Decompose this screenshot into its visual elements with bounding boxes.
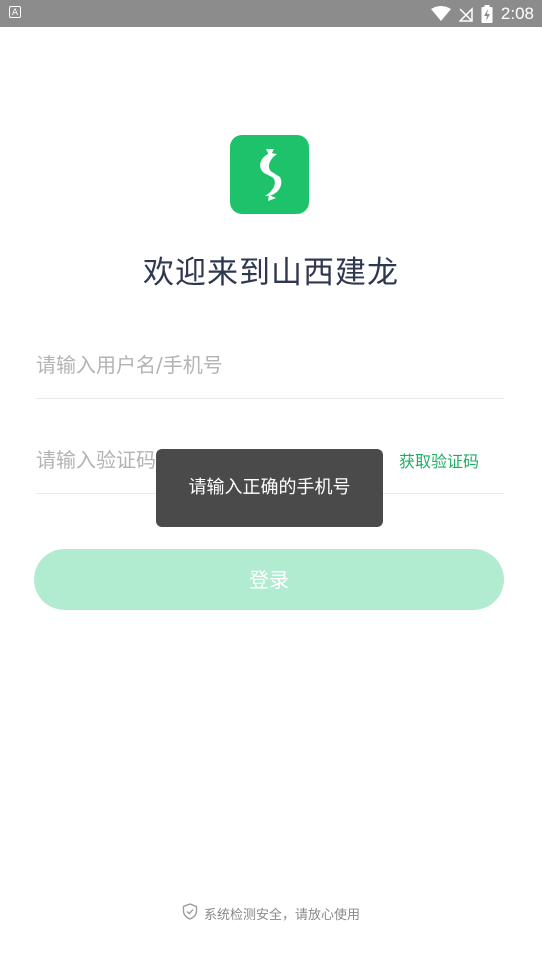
app-notification-icon: A	[9, 6, 21, 18]
get-code-button[interactable]: 获取验证码	[399, 448, 479, 472]
status-indicators: 2:08	[430, 0, 534, 27]
toast-message: 请输入正确的手机号	[156, 449, 383, 527]
login-button[interactable]: 登录	[34, 549, 504, 610]
battery-charging-icon	[481, 4, 493, 23]
wifi-icon	[430, 5, 451, 22]
shield-check-icon	[182, 903, 198, 924]
app-logo-icon	[230, 135, 309, 214]
username-field-container	[36, 345, 504, 399]
status-bar: A 2:08	[0, 0, 542, 27]
no-signal-icon	[458, 6, 473, 22]
security-text: 系统检测安全，请放心使用	[203, 908, 360, 923]
username-input[interactable]	[36, 345, 376, 385]
clock-time: 2:08	[500, 3, 534, 23]
login-screen: A 2:08 欢迎来到山西建龙 获取验证码 登录 请输入正确的手机号	[0, 0, 542, 970]
welcome-title: 欢迎来到山西建龙	[143, 255, 399, 291]
security-note: 系统检测安全，请放心使用	[0, 903, 542, 924]
